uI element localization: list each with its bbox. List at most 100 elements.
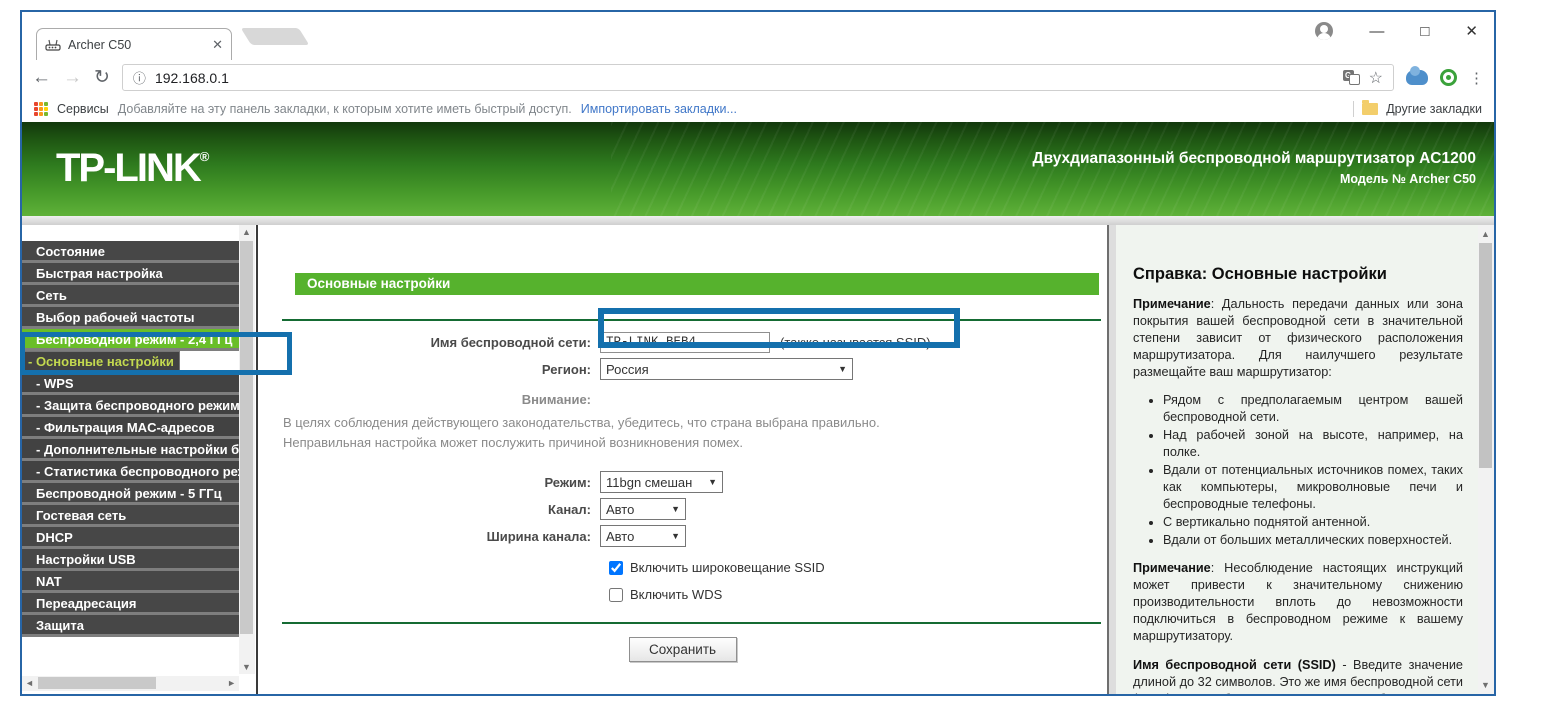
scroll-down-icon[interactable]: ▼: [242, 662, 251, 672]
scrollbar-thumb[interactable]: [1479, 243, 1492, 468]
router-model: Модель № Archer C50: [1033, 172, 1476, 186]
help-bullet: Над рабочей зоной на высоте, например, н…: [1163, 427, 1463, 461]
warning-label: Внимание:: [258, 392, 600, 407]
help-note-2: Примечание: Несоблюдение настоящих инстр…: [1133, 560, 1463, 644]
scroll-left-icon[interactable]: ◄: [25, 678, 34, 688]
tab-title: Archer C50: [68, 38, 205, 52]
help-bullet: Вдали от больших металлических поверхнос…: [1163, 532, 1463, 549]
divider-line: [282, 622, 1101, 624]
channel-select[interactable]: Авто▼: [600, 498, 686, 520]
channel-width-label: Ширина канала:: [258, 529, 600, 544]
sidebar-item-quick-setup[interactable]: Быстрая настройка: [22, 263, 239, 285]
sidebar: Состояние Быстрая настройка Сеть Выбор р…: [22, 225, 256, 694]
page-info-icon[interactable]: ⓘ: [133, 68, 146, 87]
content-area: Состояние Быстрая настройка Сеть Выбор р…: [22, 225, 1494, 694]
annotation-box-ssid-field: [598, 308, 960, 348]
scrollbar-thumb[interactable]: [38, 677, 156, 689]
back-icon[interactable]: ←: [32, 68, 51, 87]
sidebar-item-advanced-wireless[interactable]: - Дополнительные настройки бес: [22, 439, 239, 461]
other-bookmarks[interactable]: Другие закладки: [1386, 102, 1482, 116]
sidebar-item-forwarding[interactable]: Переадресация: [22, 593, 239, 615]
save-button[interactable]: Сохранить: [629, 637, 737, 662]
browser-tab[interactable]: Archer C50 ✕: [36, 28, 232, 60]
bookmark-star-icon[interactable]: ☆: [1369, 68, 1383, 88]
mode-select[interactable]: 11bgn смешан▼: [600, 471, 723, 493]
close-button[interactable]: ✕: [1465, 24, 1478, 39]
warning-line-2: Неправильная настройка может послужить п…: [283, 433, 1107, 453]
sidebar-horizontal-scrollbar[interactable]: ◄ ►: [22, 676, 239, 691]
apps-grid-icon[interactable]: [34, 102, 48, 116]
sidebar-item-wps[interactable]: - WPS: [22, 373, 239, 395]
section-title: Основные настройки: [295, 273, 1099, 295]
minimize-button[interactable]: —: [1369, 24, 1384, 39]
wds-checkbox[interactable]: [609, 588, 623, 602]
maximize-button[interactable]: □: [1420, 24, 1429, 39]
help-bullet: С вертикально поднятой антенной.: [1163, 514, 1463, 531]
url-text[interactable]: 192.168.0.1: [155, 70, 1334, 86]
sidebar-item-mac-filtering[interactable]: - Фильтрация MAC-адресов: [22, 417, 239, 439]
sidebar-item-security[interactable]: Защита: [22, 615, 239, 637]
cloud-extension-icon[interactable]: [1406, 70, 1428, 85]
header-divider: [22, 216, 1494, 225]
sidebar-item-guest-network[interactable]: Гостевая сеть: [22, 505, 239, 527]
chrome-menu-icon[interactable]: ⋮: [1469, 69, 1484, 87]
folder-icon: [1362, 103, 1378, 115]
sidebar-item-dhcp[interactable]: DHCP: [22, 527, 239, 549]
browser-toolbar: ← → ↻ ⓘ 192.168.0.1 ☆ ⋮: [22, 60, 1494, 95]
router-title: Двухдиапазонный беспроводной маршрутизат…: [1033, 150, 1476, 168]
scroll-up-icon[interactable]: ▲: [242, 227, 251, 237]
help-bullet-list: Рядом с предполагаемым центром вашей бес…: [1163, 392, 1463, 548]
sidebar-item-wireless-security[interactable]: - Защита беспроводного режима: [22, 395, 239, 417]
bookmarks-hint: Добавляйте на эту панель закладки, к кот…: [118, 102, 572, 116]
sidebar-item-network[interactable]: Сеть: [22, 285, 239, 307]
chevron-down-icon: ▼: [838, 364, 847, 374]
profile-icon[interactable]: [1315, 22, 1333, 40]
sidebar-item-band-select[interactable]: Выбор рабочей частоты: [22, 307, 239, 329]
router-header: TP-LINK® Двухдиапазонный беспроводной ма…: [22, 122, 1494, 216]
scroll-right-icon[interactable]: ►: [227, 678, 236, 688]
help-bullet: Рядом с предполагаемым центром вашей бес…: [1163, 392, 1463, 426]
sidebar-item-status[interactable]: Состояние: [22, 241, 239, 263]
main-panel: Основные настройки Имя беспроводной сети…: [256, 225, 1107, 694]
help-bullet: Вдали от потенциальных источников помех,…: [1163, 462, 1463, 513]
tab-close-icon[interactable]: ✕: [212, 37, 223, 53]
bookmarks-bar: Сервисы Добавляйте на эту панель закладк…: [22, 95, 1494, 122]
chevron-down-icon: ▼: [708, 477, 717, 487]
sidebar-vertical-scrollbar[interactable]: ▲ ▼: [239, 225, 255, 674]
help-panel: Справка: Основные настройки Примечание: …: [1116, 225, 1478, 694]
chevron-down-icon: ▼: [671, 504, 680, 514]
router-favicon: [45, 39, 61, 51]
scroll-down-icon[interactable]: ▼: [1481, 680, 1490, 690]
help-scrollbar[interactable]: ▲ ▼: [1478, 225, 1494, 694]
sidebar-item-wireless-statistics[interactable]: - Статистика беспроводного режи: [22, 461, 239, 483]
wds-label: Включить WDS: [630, 587, 722, 602]
reload-icon[interactable]: ↻: [94, 68, 110, 87]
panel-divider: [1107, 225, 1116, 694]
ssid-label: Имя беспроводной сети:: [258, 335, 600, 350]
region-select[interactable]: Россия▼: [600, 358, 853, 380]
scrollbar-thumb[interactable]: [240, 241, 253, 634]
forward-icon[interactable]: →: [63, 68, 82, 87]
mode-label: Режим:: [258, 475, 600, 490]
channel-label: Канал:: [258, 502, 600, 517]
channel-width-select[interactable]: Авто▼: [600, 525, 686, 547]
title-bar: Archer C50 ✕ — □ ✕: [22, 12, 1494, 60]
sidebar-item-nat[interactable]: NAT: [22, 571, 239, 593]
tab-drag-shadow: [241, 28, 310, 45]
import-bookmarks-link[interactable]: Импортировать закладки...: [581, 102, 737, 116]
help-ssid-description: Имя беспроводной сети (SSID) - Введите з…: [1133, 657, 1463, 694]
chevron-down-icon: ▼: [671, 531, 680, 541]
region-label: Регион:: [258, 362, 600, 377]
sidebar-item-wireless-5[interactable]: Беспроводной режим - 5 ГГц: [22, 483, 239, 505]
annotation-box-wireless-menu: [20, 332, 292, 375]
help-note-1: Примечание: Дальность передачи данных ил…: [1133, 296, 1463, 380]
scroll-up-icon[interactable]: ▲: [1481, 229, 1490, 239]
bookmark-services[interactable]: Сервисы: [57, 102, 109, 116]
url-bar[interactable]: ⓘ 192.168.0.1 ☆: [122, 64, 1394, 91]
record-extension-icon[interactable]: [1440, 69, 1457, 86]
ssid-broadcast-label: Включить широковещание SSID: [630, 560, 825, 575]
sidebar-item-usb-settings[interactable]: Настройки USB: [22, 549, 239, 571]
translate-icon[interactable]: [1343, 70, 1360, 85]
ssid-broadcast-checkbox[interactable]: [609, 561, 623, 575]
warning-line-1: В целях соблюдения действующего законода…: [283, 413, 1107, 433]
